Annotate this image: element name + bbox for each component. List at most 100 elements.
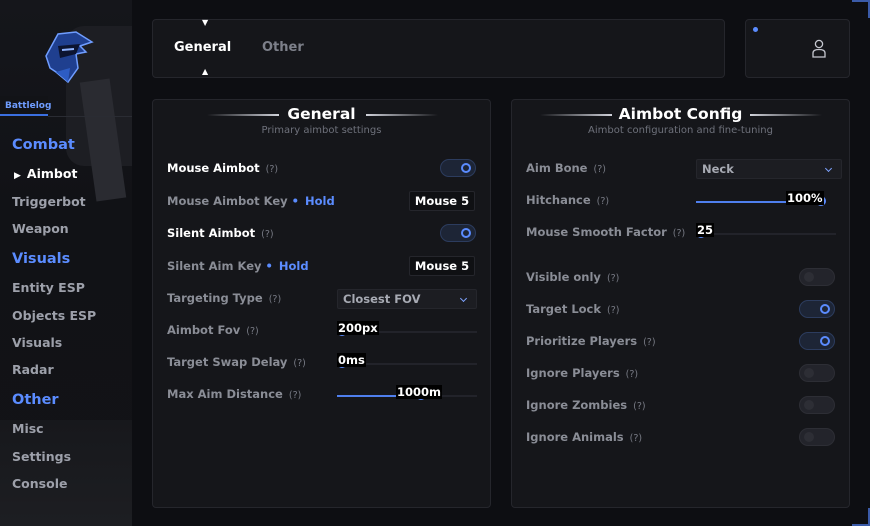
helmet-mascot-logo <box>45 31 94 84</box>
help-icon[interactable]: (?) <box>293 358 305 369</box>
active-arrow-icon: ▶ <box>14 171 21 181</box>
mouse-aimbot-toggle[interactable] <box>440 159 476 177</box>
silent-aimbot-label: Silent Aimbot (?) <box>167 226 274 240</box>
nav-group-combat: Combat <box>12 137 75 153</box>
targeting-type-label: Targeting Type (?) <box>167 291 282 305</box>
help-icon[interactable]: (?) <box>643 337 655 348</box>
status-dot <box>753 27 758 32</box>
tab-indicator-icon: ▲ <box>202 67 209 76</box>
tab-bar: ▼ General ▲ Other <box>152 18 725 78</box>
toggle-knob <box>804 368 814 378</box>
select-value: Neck <box>702 162 734 176</box>
max-aim-distance-slider[interactable]: 1000m <box>337 385 477 403</box>
panel-subtitle: Aimbot configuration and fine-tuning <box>588 125 773 136</box>
tab-indicator-icon: ▼ <box>202 18 209 27</box>
target-swap-delay-slider[interactable]: 0ms <box>337 353 477 371</box>
slider-value: 0ms <box>337 353 366 367</box>
help-icon[interactable]: (?) <box>673 228 685 239</box>
help-icon[interactable]: (?) <box>289 390 301 401</box>
toggle-knob <box>804 432 814 442</box>
silent-aim-key-button[interactable]: Mouse 5 <box>409 256 475 276</box>
visible-only-toggle[interactable] <box>799 268 835 286</box>
toggle-label-ignore-animals: Ignore Animals (?) <box>526 430 643 444</box>
help-icon[interactable]: (?) <box>630 433 642 444</box>
key-mode-hold[interactable]: Hold <box>292 194 335 208</box>
help-icon[interactable]: (?) <box>269 294 281 305</box>
aimbot-config-panel: Aimbot Config Aimbot configuration and f… <box>511 99 850 508</box>
sidebar-item-aimbot[interactable]: ▶ Aimbot <box>14 166 77 181</box>
panel-subtitle: Primary aimbot settings <box>261 125 382 136</box>
key-mode-hold[interactable]: Hold <box>266 259 309 273</box>
divider <box>48 116 132 117</box>
brand-label: Battlelog <box>0 96 51 116</box>
select-value: Closest FOV <box>343 292 421 306</box>
general-panel: General Primary aimbot settings Mouse Ai… <box>152 99 491 508</box>
max-aim-distance-label: Max Aim Distance (?) <box>167 387 302 401</box>
help-icon[interactable]: (?) <box>246 326 258 337</box>
header-divider <box>366 114 438 116</box>
prioritize-players-toggle[interactable] <box>799 332 835 350</box>
toggle-label-ignore-zombies: Ignore Zombies (?) <box>526 398 646 412</box>
target-swap-delay-label: Target Swap Delay (?) <box>167 355 306 369</box>
ignore-players-toggle[interactable] <box>799 364 835 382</box>
slider-value: 25 <box>696 223 715 237</box>
ignore-animals-toggle[interactable] <box>799 428 835 446</box>
toggle-knob <box>820 336 830 346</box>
sidebar-item-entity-esp[interactable]: Entity ESP <box>12 280 85 295</box>
sidebar-item-console[interactable]: Console <box>12 476 67 491</box>
sidebar-item-visuals[interactable]: Visuals <box>12 335 62 350</box>
help-icon[interactable]: (?) <box>597 196 609 207</box>
mouse-smooth-factor-slider[interactable]: 25 <box>696 223 836 241</box>
help-icon[interactable]: (?) <box>266 164 278 175</box>
chevron-down-icon <box>459 294 468 303</box>
nav-group-visuals: Visuals <box>12 251 71 267</box>
aim-bone-select[interactable]: Neck <box>696 159 842 179</box>
nav-group-other: Other <box>12 392 59 408</box>
sidebar-item-triggerbot[interactable]: Triggerbot <box>12 194 86 209</box>
slider-value: 200px <box>337 321 379 335</box>
target-lock-toggle[interactable] <box>799 300 835 318</box>
toggle-knob <box>804 272 814 282</box>
hitchance-slider[interactable]: 100% <box>696 191 826 209</box>
toggle-knob <box>820 304 830 314</box>
aimbot-fov-label: Aimbot Fov (?) <box>167 323 259 337</box>
sidebar-item-radar[interactable]: Radar <box>12 362 54 377</box>
header-divider <box>750 114 822 116</box>
frame-corner-bottom-right <box>852 508 870 526</box>
tab-other[interactable]: Other <box>262 40 304 55</box>
mouse-aimbot-key-button[interactable]: Mouse 5 <box>409 191 475 211</box>
help-icon[interactable]: (?) <box>607 273 619 284</box>
chevron-down-icon <box>824 164 833 173</box>
mouse-aimbot-key-label: Mouse Aimbot KeyHold <box>167 194 335 208</box>
sidebar-item-weapon[interactable]: Weapon <box>12 221 69 236</box>
targeting-type-select[interactable]: Closest FOV <box>337 289 477 309</box>
help-icon[interactable]: (?) <box>261 229 273 240</box>
help-icon[interactable]: (?) <box>626 369 638 380</box>
slider-value: 100% <box>786 191 824 205</box>
toggle-knob <box>804 400 814 410</box>
sidebar-item-label: Aimbot <box>26 166 78 181</box>
toggle-label-prioritize-players: Prioritize Players (?) <box>526 334 656 348</box>
sidebar: Battlelog Combat ▶ Aimbot Triggerbot Weap… <box>0 0 132 526</box>
aimbot-fov-slider[interactable]: 200px <box>337 321 477 339</box>
slider-value: 1000m <box>396 385 442 399</box>
help-icon[interactable]: (?) <box>633 401 645 412</box>
silent-aimbot-toggle[interactable] <box>440 224 476 242</box>
ignore-zombies-toggle[interactable] <box>799 396 835 414</box>
user-icon[interactable] <box>812 39 826 58</box>
mouse-aimbot-label: Mouse Aimbot (?) <box>167 161 279 175</box>
frame-corner-top-right <box>852 0 870 18</box>
help-icon[interactable]: (?) <box>593 164 605 175</box>
mouse-smooth-factor-label: Mouse Smooth Factor (?) <box>526 225 686 239</box>
sidebar-item-misc[interactable]: Misc <box>12 421 44 436</box>
toggle-label-ignore-players: Ignore Players (?) <box>526 366 639 380</box>
toggle-label-visible-only: Visible only (?) <box>526 270 620 284</box>
help-icon[interactable]: (?) <box>607 305 619 316</box>
user-box <box>745 19 850 78</box>
toggle-label-target-lock: Target Lock (?) <box>526 302 620 316</box>
tab-general[interactable]: General <box>174 40 231 55</box>
hitchance-label: Hitchance (?) <box>526 193 610 207</box>
sidebar-item-settings[interactable]: Settings <box>12 449 71 464</box>
panel-title: General <box>287 105 356 123</box>
sidebar-item-objects-esp[interactable]: Objects ESP <box>12 308 96 323</box>
